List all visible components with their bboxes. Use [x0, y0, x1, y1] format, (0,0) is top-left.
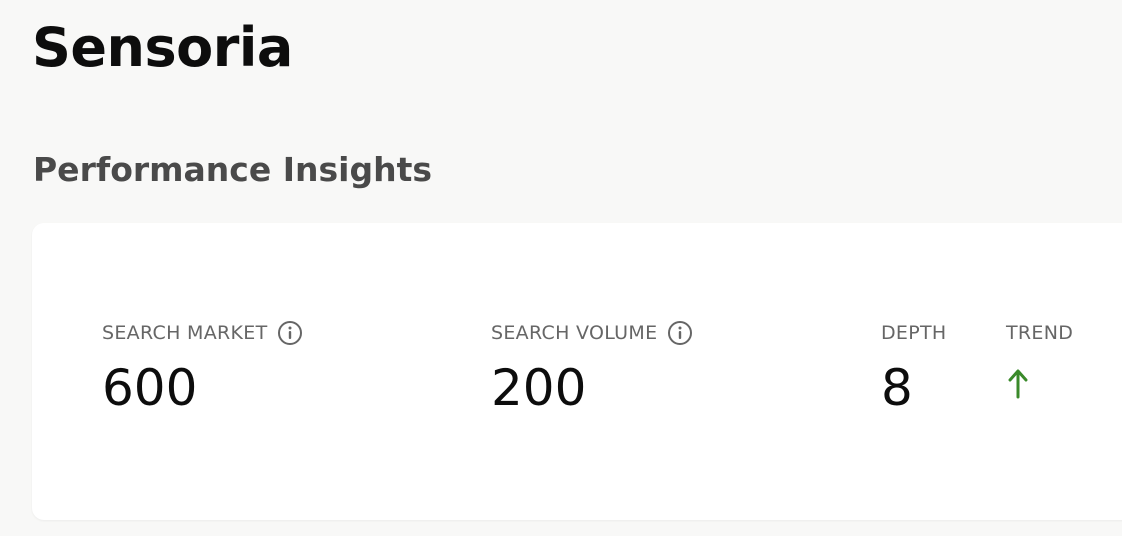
arrow-up-icon: [1008, 369, 1028, 399]
metric-search-volume: SEARCH VOLUME 200: [491, 319, 693, 413]
info-icon[interactable]: [277, 320, 303, 346]
info-icon[interactable]: [667, 320, 693, 346]
metric-label: TREND: [1006, 319, 1073, 347]
app-title: Sensoria: [32, 16, 293, 79]
metric-label: SEARCH MARKET: [102, 319, 303, 347]
section-title: Performance Insights: [33, 150, 432, 189]
insights-card: SEARCH MARKET 600 SEARCH VOLUME 200 DEPT…: [32, 223, 1122, 520]
metric-label: DEPTH: [881, 319, 947, 347]
page: Sensoria Performance Insights SEARCH MAR…: [0, 0, 1122, 536]
metric-value: 8: [881, 359, 913, 417]
metric-value: 600: [102, 359, 198, 417]
metric-value: 200: [491, 359, 587, 417]
metric-label-text: SEARCH MARKET: [102, 322, 268, 344]
metric-label: SEARCH VOLUME: [491, 319, 693, 347]
metric-depth: DEPTH 8: [881, 319, 947, 413]
metric-label-text: DEPTH: [881, 322, 947, 344]
metric-label-text: TREND: [1006, 322, 1074, 344]
metric-trend: TREND: [1006, 319, 1073, 399]
metric-search-market: SEARCH MARKET 600: [102, 319, 303, 413]
metric-label-text: SEARCH VOLUME: [491, 322, 658, 344]
